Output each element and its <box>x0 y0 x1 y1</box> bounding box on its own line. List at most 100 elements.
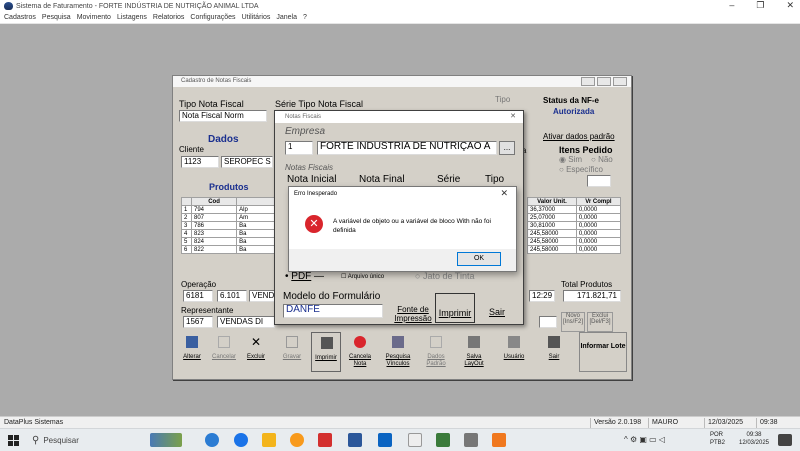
nf-dialog-close-button[interactable]: ✕ <box>506 112 520 121</box>
table-row[interactable]: 245,58000 0,0000 <box>527 229 622 238</box>
produtos-label: Produtos <box>209 182 249 192</box>
pinned-app-icon[interactable] <box>150 433 182 447</box>
file-explorer-icon[interactable] <box>262 433 276 447</box>
maximize-button[interactable]: ❐ <box>756 0 764 11</box>
cliente-name-field[interactable]: SEROPEC S <box>221 156 273 168</box>
form-maximize-button[interactable] <box>597 77 611 86</box>
exclui-button[interactable]: Exclui [Del/F3] <box>587 312 613 332</box>
cliente-code-field[interactable]: 1123 <box>181 156 219 168</box>
representante-label: Representante <box>181 306 234 315</box>
browser-icon[interactable] <box>290 433 304 447</box>
toolbar-gravar-button[interactable]: Gravar <box>277 332 307 372</box>
taskbar-clock[interactable]: 09:38 12/03/2025 <box>736 431 772 447</box>
table-row[interactable]: 1 794 Alp <box>181 205 275 214</box>
imprimir-button[interactable]: Imprimir <box>435 293 475 323</box>
table-row[interactable]: 5 824 Ba <box>181 237 275 246</box>
tipo-label: Tipo <box>495 95 511 104</box>
menu-movimento[interactable]: Movimento <box>77 14 111 21</box>
word-icon[interactable] <box>348 433 362 447</box>
start-button[interactable] <box>8 435 19 446</box>
menu-configuracoes[interactable]: Configurações <box>190 14 235 21</box>
arquivo-unico-checkbox[interactable]: ☐ Arquivo único <box>341 273 384 280</box>
sair-button[interactable]: Sair <box>479 293 515 323</box>
toolbar-informar-lote-button[interactable]: Informar Lote <box>579 332 627 372</box>
table-row[interactable]: 245,58000 0,0000 <box>527 245 622 254</box>
menu-pesquisa[interactable]: Pesquisa <box>42 14 71 21</box>
toolbar-dados-padrao-button[interactable]: Dados Padrão <box>421 332 451 372</box>
table-row[interactable]: 30,81000 0,0000 <box>527 221 622 230</box>
radio-sim[interactable]: ◉ Sim <box>559 155 582 164</box>
toolbar-sair-button[interactable]: Sair <box>539 332 569 372</box>
novo-item-field[interactable] <box>539 316 557 328</box>
tab-dados[interactable]: Dados <box>208 134 239 145</box>
taskbar-date: 12/03/2025 <box>738 440 770 446</box>
toolbar-excluir-button[interactable]: ✕ Excluir <box>241 332 271 372</box>
form-close-button[interactable] <box>613 77 627 86</box>
system-tray-icons[interactable]: ^ ⚙ ▣ ▭ ◁ <box>624 435 665 444</box>
menu-listagens[interactable]: Listagens <box>117 14 147 21</box>
toolbar-alterar-button[interactable]: Alterar <box>177 332 207 372</box>
jato-tinta-radio[interactable]: ○ Jato de Tinta <box>415 271 474 281</box>
radio-nao[interactable]: ○ Não <box>591 155 613 164</box>
toolbar-pesquisa-vinculos-button[interactable]: Pesquisa Vínculos <box>383 332 413 372</box>
calculator-icon[interactable] <box>464 433 478 447</box>
error-close-button[interactable]: ✕ <box>500 188 508 199</box>
app-orange-icon[interactable] <box>492 433 506 447</box>
notification-icon[interactable] <box>778 434 792 446</box>
toolbar-imprimir-button[interactable]: Imprimir <box>311 332 341 372</box>
modelo-formulario-select[interactable]: DANFE <box>283 304 383 318</box>
hora-field[interactable]: 12:29 <box>529 290 555 302</box>
table-row[interactable]: 6 822 Ba <box>181 245 275 254</box>
fonte-impressao-button[interactable]: Fonte de Impressão <box>393 293 433 323</box>
empresa-browse-button[interactable]: ... <box>499 141 515 155</box>
app-icon[interactable] <box>436 433 450 447</box>
pdf-reader-icon[interactable] <box>318 433 332 447</box>
cliente-label: Cliente <box>179 145 204 154</box>
operacao-code-field[interactable]: 6181 <box>183 290 213 302</box>
toolbar-cancelar-button[interactable]: Cancelar <box>209 332 239 372</box>
representante-code-field[interactable]: 1567 <box>183 316 213 328</box>
table-row[interactable]: 2 807 Am <box>181 213 275 222</box>
menu-relatorios[interactable]: Relatorios <box>153 14 185 21</box>
representante-name-field[interactable]: VENDAS DI <box>217 316 275 328</box>
menu-janela[interactable]: Janela <box>276 14 297 21</box>
toolbar-salva-layout-button[interactable]: Salva LayOut <box>459 332 489 372</box>
produtos-grid-left[interactable]: Cod 1 794 Alp 2 807 Am 3 786 Ba 4 823 Ba 5 824 Ba … <box>181 197 275 254</box>
version-text: Versão 2.0.198 <box>590 418 641 428</box>
table-row[interactable]: 4 823 Ba <box>181 229 275 238</box>
table-row[interactable]: 3 786 Ba <box>181 221 275 230</box>
time-text: 09:38 <box>756 418 778 428</box>
outlook-icon[interactable] <box>378 433 392 447</box>
operacao-label: Operação <box>181 280 217 289</box>
menu-utilitarios[interactable]: Utilitários <box>242 14 271 21</box>
empresa-code-field[interactable]: 1 <box>285 141 313 155</box>
novo-button[interactable]: Novo [Ins/F2] <box>561 312 585 332</box>
empresa-name-field[interactable]: FORTE INDÚSTRIA DE NUTRIÇÃO A <box>317 141 497 155</box>
form-minimize-button[interactable] <box>581 77 595 86</box>
ativar-dados-padrao-link[interactable]: Ativar dados padrão <box>543 132 615 141</box>
pdf-radio[interactable]: • PDF — <box>285 271 324 282</box>
chrome-icon[interactable] <box>234 433 248 447</box>
toolbar-cancela-nota-button[interactable]: Cancela Nota <box>345 332 375 372</box>
table-row[interactable]: 25,07000 0,0000 <box>527 213 622 222</box>
tipo-nf-select[interactable]: Nota Fiscal Norm <box>179 110 267 122</box>
taskbar-search[interactable]: ⚲ Pesquisar <box>32 432 142 449</box>
language-indicator[interactable]: POR PTB2 <box>710 431 725 447</box>
sim-label: Sim <box>568 155 582 164</box>
radio-especifico[interactable]: ○ Específico <box>559 165 603 174</box>
itens-pedido-field[interactable] <box>587 175 611 187</box>
produtos-grid-right[interactable]: Valor Unit. Vr Compl 36,37000 0,0000 25,07… <box>527 197 622 254</box>
edge-icon[interactable] <box>205 433 219 447</box>
table-row[interactable]: 36,37000 0,0000 <box>527 205 622 214</box>
operacao-cfop-field[interactable]: 6.101 <box>217 290 247 302</box>
minimize-button[interactable]: – <box>729 0 734 11</box>
menu-help[interactable]: ? <box>303 14 307 21</box>
tool-icon[interactable] <box>408 433 422 447</box>
close-button[interactable]: ✕ <box>786 0 794 11</box>
menu-cadastros[interactable]: Cadastros <box>4 14 36 21</box>
operacao-text-field[interactable]: VEND <box>249 290 275 302</box>
document-icon <box>430 336 442 348</box>
table-row[interactable]: 245,58000 0,0000 <box>527 237 622 246</box>
toolbar-usuario-button[interactable]: Usuário <box>499 332 529 372</box>
ok-button[interactable]: OK <box>457 252 501 266</box>
